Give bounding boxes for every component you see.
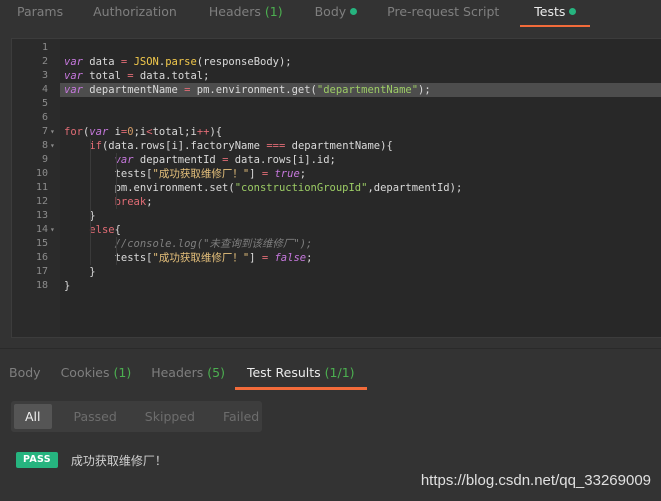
line-number: 4	[41, 84, 48, 95]
response-tab-test-results-count: (1/1)	[324, 365, 355, 380]
code-line[interactable]: //console.log("未查询到该维修厂");	[60, 237, 661, 251]
line-number: 12	[35, 196, 48, 207]
response-tabs: Body Cookies (1) Headers (5) Test Result…	[0, 360, 661, 390]
filter-skipped-button[interactable]: Skipped	[135, 404, 205, 429]
tab-body-label: Body	[314, 4, 347, 19]
code-line[interactable]: else{	[60, 223, 661, 237]
line-number: 9	[41, 154, 48, 165]
tab-pre-request-script[interactable]: Pre-request Script	[378, 0, 508, 28]
fold-chevron-icon[interactable]: ▾	[50, 139, 55, 153]
response-tab-cookies[interactable]: Cookies (1)	[51, 360, 142, 390]
code-line[interactable]: tests["成功获取维修厂！"] = true;	[60, 167, 661, 181]
tab-authorization-label: Authorization	[93, 4, 177, 19]
test-results-filter: All Passed Skipped Failed	[11, 401, 262, 432]
filter-all-button[interactable]: All	[14, 404, 52, 429]
test-result-name: 成功获取维修厂！	[70, 453, 167, 468]
code-line[interactable]	[60, 111, 661, 125]
watermark-text: https://blog.csdn.net/qq_33269009	[420, 472, 651, 489]
code-line[interactable]	[60, 41, 661, 55]
indent-guide	[116, 237, 117, 265]
line-number: 3	[41, 70, 48, 81]
response-tab-headers[interactable]: Headers (5)	[141, 360, 235, 390]
code-line[interactable]: if(data.rows[i].factoryName === departme…	[60, 139, 661, 153]
response-tab-body-label: Body	[9, 365, 41, 380]
fold-chevron-icon[interactable]: ▾	[50, 125, 55, 139]
line-number: 10	[35, 168, 48, 179]
tests-modified-dot-icon	[569, 8, 577, 15]
code-line[interactable]: }	[60, 279, 661, 293]
tab-headers-label: Headers	[208, 4, 261, 19]
code-line[interactable]: tests["成功获取维修厂！"] = false;	[60, 251, 661, 265]
line-number: 7 ▾	[41, 125, 55, 139]
tab-tests[interactable]: Tests	[520, 0, 591, 28]
code-line[interactable]: var departmentName = pm.environment.get(…	[60, 83, 661, 97]
test-result-row: PASS 成功获取维修厂！	[16, 451, 167, 469]
line-number: 1	[41, 42, 48, 53]
code-line[interactable]: var departmentId = data.rows[i].id;	[60, 153, 661, 167]
code-line[interactable]	[60, 97, 661, 111]
response-tab-test-results[interactable]: Test Results (1/1)	[234, 360, 367, 390]
line-number: 17	[35, 266, 48, 277]
indent-guide	[116, 153, 117, 209]
tab-params-label: Params	[17, 4, 64, 19]
body-modified-dot-icon	[350, 8, 358, 15]
code-line[interactable]: var total = data.total;	[60, 69, 661, 83]
panel-divider[interactable]	[0, 348, 661, 349]
code-area[interactable]: var data = JSON.parse(responseBody); var …	[60, 39, 661, 337]
tab-headers-count: (1)	[264, 4, 283, 19]
code-line[interactable]: }	[60, 265, 661, 279]
line-number: 11	[35, 182, 48, 193]
code-line[interactable]: pm.environment.set("constructionGroupId"…	[60, 181, 661, 195]
script-editor[interactable]: 1 2 3 4 5 6 7 ▾ 8 ▾ 9 10 11 12 13 14 ▾ 15 16 17 18 var data …	[11, 38, 661, 338]
code-line[interactable]: break;	[60, 195, 661, 209]
tab-params[interactable]: Params	[8, 0, 72, 28]
tab-tests-label: Tests	[534, 4, 566, 19]
line-number: 14 ▾	[35, 223, 55, 237]
code-line[interactable]: var data = JSON.parse(responseBody);	[60, 55, 661, 69]
filter-failed-button[interactable]: Failed	[213, 404, 269, 429]
code-line[interactable]: for(var i=0;i<total;i++){	[60, 125, 661, 139]
line-number: 13	[35, 210, 48, 221]
response-tab-body[interactable]: Body	[0, 360, 51, 390]
response-tab-headers-count: (5)	[207, 365, 225, 380]
indent-guide	[90, 139, 91, 265]
line-number-gutter: 1 2 3 4 5 6 7 ▾ 8 ▾ 9 10 11 12 13 14 ▾ 15 16 17 18	[12, 39, 60, 337]
pass-status-badge: PASS	[16, 452, 58, 468]
request-tabs: Params Authorization Headers (1) Body Pr…	[0, 0, 661, 30]
line-number: 5	[41, 98, 48, 109]
line-number: 2	[41, 56, 48, 67]
response-tab-headers-label: Headers	[151, 365, 204, 380]
fold-chevron-icon[interactable]: ▾	[50, 223, 55, 237]
line-number: 15	[35, 238, 48, 249]
tab-pre-request-label: Pre-request Script	[387, 4, 500, 19]
line-number: 18	[35, 280, 48, 291]
code-line[interactable]: }	[60, 209, 661, 223]
tab-headers[interactable]: Headers (1)	[200, 0, 292, 28]
tab-authorization[interactable]: Authorization	[84, 0, 186, 28]
line-number: 16	[35, 252, 48, 263]
response-tab-cookies-count: (1)	[113, 365, 132, 380]
response-tab-cookies-label: Cookies	[60, 365, 110, 380]
line-number: 6	[41, 112, 48, 123]
filter-passed-button[interactable]: Passed	[64, 404, 127, 429]
response-tab-test-results-label: Test Results	[246, 365, 321, 380]
tab-body[interactable]: Body	[306, 0, 367, 28]
line-number: 8 ▾	[41, 139, 55, 153]
